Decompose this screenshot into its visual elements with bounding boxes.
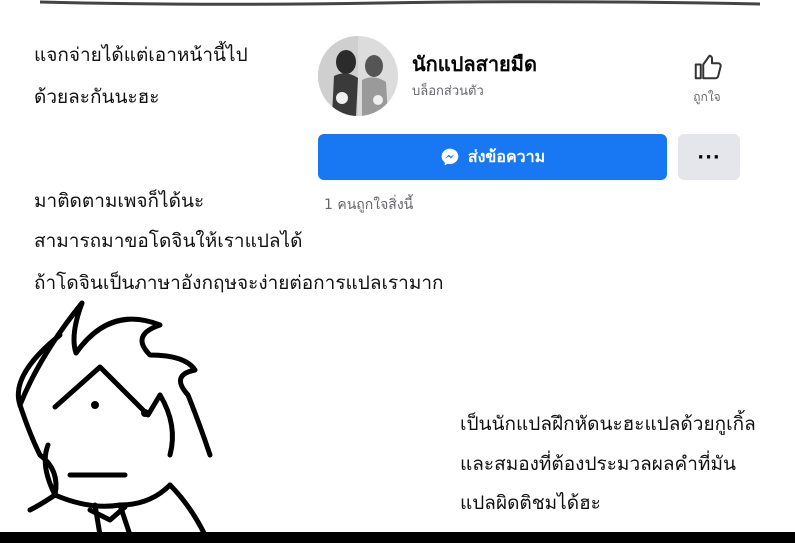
like-button[interactable]: ถูกใจ bbox=[682, 52, 732, 107]
more-button[interactable]: ··· bbox=[678, 134, 740, 180]
caption-bottom-right-1: เป็นนักแปลฝึกหัดนะฮะแปลด้วยกูเกิ้ล bbox=[460, 413, 756, 435]
caption-middle-1: มาติดตามเพจก็ได้นะ bbox=[34, 190, 205, 212]
caption-bottom-right-3: แปลผิดติชมได้ฮะ bbox=[460, 492, 601, 514]
like-label: ถูกใจ bbox=[693, 90, 721, 104]
send-message-button[interactable]: ส่งข้อความ bbox=[318, 134, 667, 180]
caption-middle-2: สามารถมาขอโดจินให้เราแปลได้ bbox=[34, 230, 303, 252]
bottom-black-bar bbox=[0, 532, 795, 543]
caption-middle-3: ถ้าโดจินเป็นภาษาอังกฤษจะง่ายต่อการแปลเรา… bbox=[34, 272, 444, 294]
messenger-icon bbox=[441, 148, 459, 166]
caption-top-left-1: แจกจ่ายได้แต่เอาหน้านี้ไป bbox=[34, 44, 248, 66]
more-icon: ··· bbox=[697, 146, 721, 168]
page-category: บล็อกส่วนตัว bbox=[412, 84, 484, 99]
facebook-page-card: นักแปลสายมืด บล็อกส่วนตัว ถูกใจ ส่งข้อคว… bbox=[312, 30, 752, 220]
caption-top-left-2: ด้วยละกันนะฮะ bbox=[34, 86, 160, 108]
caption-bottom-right-2: และสมองที่ต้องประมวลผลคำที่มัน bbox=[460, 453, 736, 475]
thumbs-up-icon bbox=[694, 54, 722, 80]
send-message-label: ส่งข้อความ bbox=[467, 146, 546, 166]
doodle-character-drawing bbox=[15, 300, 213, 535]
cropped-top-strip bbox=[39, 0, 761, 6]
likes-count: 1 คนถูกใจสิ่งนี้ bbox=[324, 197, 414, 213]
page-name[interactable]: นักแปลสายมืด bbox=[412, 48, 537, 80]
page-avatar[interactable] bbox=[318, 36, 398, 116]
